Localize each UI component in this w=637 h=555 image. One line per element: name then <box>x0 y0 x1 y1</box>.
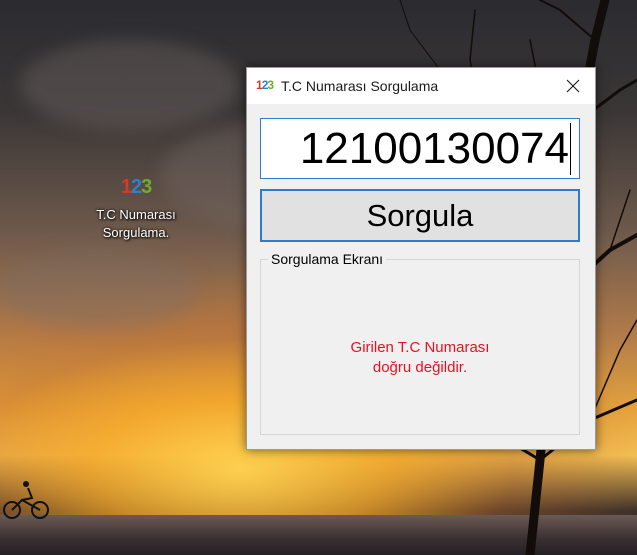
title-bar[interactable]: 123 T.C Numarası Sorgulama <box>247 68 595 104</box>
close-button[interactable] <box>551 68 595 104</box>
result-message-line2: doğru değildir. <box>372 359 468 376</box>
window-app-icon: 123 <box>256 78 274 92</box>
query-button[interactable]: Sorgula <box>260 189 580 242</box>
wallpaper-cloud <box>0 250 200 330</box>
desktop-shortcut-label: T.C Numarası Sorgulama. <box>78 206 194 242</box>
desktop-shortcut-label-line2: Sorgulama. <box>102 225 170 240</box>
window-title: T.C Numarası Sorgulama <box>281 78 439 94</box>
cyclist-silhouette <box>3 481 49 519</box>
close-icon <box>566 79 580 93</box>
app-window: 123 T.C Numarası Sorgulama Sorgula Sorgu… <box>246 67 596 450</box>
wallpaper-cloud <box>20 40 240 130</box>
text-caret <box>570 123 571 175</box>
app-logo-icon: 123 <box>120 176 152 198</box>
result-message: Girilen T.C Numarası doğru değildir. <box>261 338 579 378</box>
result-message-line1: Girilen T.C Numarası <box>350 339 490 356</box>
tc-number-input[interactable] <box>260 118 580 179</box>
groupbox-title: Sorgulama Ekranı <box>268 251 387 267</box>
desktop-shortcut-label-line1: T.C Numarası <box>96 207 176 222</box>
query-result-groupbox: Sorgulama Ekranı Girilen T.C Numarası do… <box>260 251 580 435</box>
desktop-app-shortcut[interactable]: 123 T.C Numarası Sorgulama. <box>78 176 194 242</box>
